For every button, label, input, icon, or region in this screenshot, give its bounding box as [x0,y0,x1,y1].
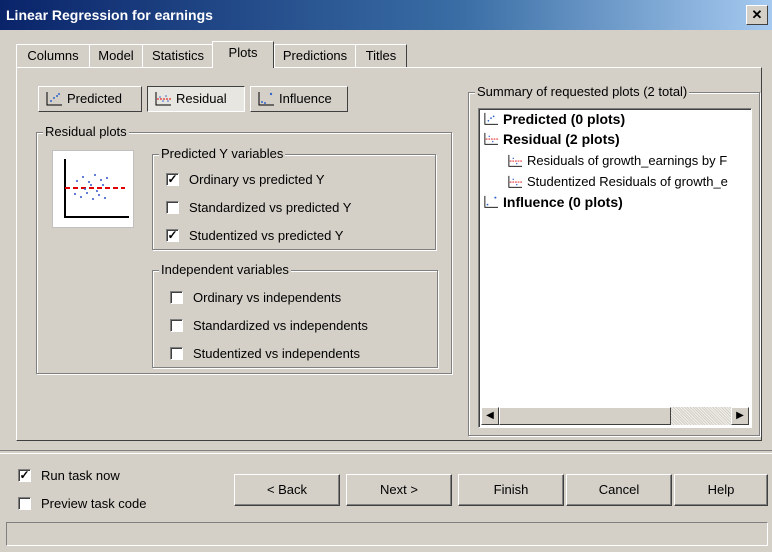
studentized-vs-predicted-label: Studentized vs predicted Y [189,228,344,243]
influence-button-label: Influence [279,91,332,106]
title-bar: Linear Regression for earnings ✕ [0,0,772,30]
scroll-thumb[interactable] [499,407,671,425]
residual-plot-icon [508,175,522,188]
preview-task-code-check-box[interactable] [18,497,31,510]
horizontal-scrollbar[interactable]: ◀ ▶ [481,407,749,425]
close-button[interactable]: ✕ [746,5,768,25]
run-task-now-label: Run task now [41,468,120,483]
tab-model[interactable]: Model [89,44,143,68]
tab-columns[interactable]: Columns [16,44,90,68]
studentized-vs-predicted-checkbox[interactable]: ✓ Studentized vs predicted Y [166,228,343,243]
ordinary-vs-predicted-checkbox[interactable]: ✓ Ordinary vs predicted Y [166,172,325,187]
ordinary-vs-predicted-check-box[interactable]: ✓ [166,173,179,186]
ordinary-vs-independents-checkbox[interactable]: Ordinary vs independents [170,290,341,305]
predicted-y-label: Predicted Y variables [159,146,286,162]
preview-task-code-label: Preview task code [41,496,147,511]
back-button[interactable]: < Back [234,474,340,506]
residual-plots-label: Residual plots [43,124,129,140]
tree-node-influence-label: Influence (0 plots) [503,194,623,210]
preview-task-code-checkbox[interactable]: Preview task code [18,496,147,511]
residual-plots-button[interactable]: Residual [147,86,245,112]
summary-label: Summary of requested plots (2 total) [475,84,690,100]
tree-node-residual-label: Residual (2 plots) [503,131,620,147]
status-bar [6,522,768,546]
independent-variables-label: Independent variables [159,262,291,278]
next-button[interactable]: Next > [346,474,452,506]
standardized-vs-independents-checkbox[interactable]: Standardized vs independents [170,318,368,333]
scroll-left-button[interactable]: ◀ [481,407,499,425]
residual-preview-graphic [64,159,129,218]
tree-node-studentized-residuals[interactable]: Studentized Residuals of growth_e [507,174,728,189]
footer-separator [0,450,772,454]
tree-node-predicted-label: Predicted (0 plots) [503,111,626,127]
tree-node-studentized-label: Studentized Residuals of growth_e [527,174,728,189]
window-title: Linear Regression for earnings [6,7,213,23]
scroll-right-button[interactable]: ▶ [731,407,749,425]
residual-plot-preview [52,150,134,228]
tree-node-predicted[interactable]: Predicted (0 plots) [483,111,625,127]
predicted-plots-button[interactable]: Predicted [38,86,142,112]
studentized-vs-independents-checkbox[interactable]: Studentized vs independents [170,346,360,361]
standardized-vs-predicted-checkbox[interactable]: Standardized vs predicted Y [166,200,351,215]
tree-node-residuals-label: Residuals of growth_earnings by F [527,153,728,168]
tab-titles[interactable]: Titles [355,44,407,68]
residual-plot-icon [508,154,522,167]
standardized-vs-predicted-label: Standardized vs predicted Y [189,200,352,215]
tree-node-residual[interactable]: Residual (2 plots) [483,131,620,147]
tree-node-residuals-of-growth-earnings[interactable]: Residuals of growth_earnings by F [507,153,727,168]
cancel-button[interactable]: Cancel [566,474,672,506]
studentized-vs-independents-check-box[interactable] [170,347,183,360]
ordinary-vs-independents-label: Ordinary vs independents [193,290,342,305]
residual-button-label: Residual [176,91,227,106]
studentized-vs-independents-label: Studentized vs independents [193,346,360,361]
tab-plots[interactable]: Plots [212,41,274,68]
predicted-button-label: Predicted [67,91,122,106]
standardized-vs-independents-label: Standardized vs independents [193,318,368,333]
run-task-now-check-box[interactable]: ✓ [18,469,31,482]
predicted-plot-icon [484,112,498,125]
help-button[interactable]: Help [674,474,768,506]
predicted-plot-icon [46,92,62,106]
tree-node-influence[interactable]: Influence (0 plots) [483,194,623,210]
influence-plots-button[interactable]: Influence [250,86,348,112]
influence-plot-icon [484,195,498,208]
ordinary-vs-independents-check-box[interactable] [170,291,183,304]
residual-plot-icon [484,132,498,145]
influence-plot-icon [258,92,274,106]
residual-plot-icon [155,92,171,106]
studentized-vs-predicted-check-box[interactable]: ✓ [166,229,179,242]
tab-predictions[interactable]: Predictions [274,44,356,68]
standardized-vs-predicted-check-box[interactable] [166,201,179,214]
ordinary-vs-predicted-label: Ordinary vs predicted Y [189,172,325,187]
standardized-vs-independents-check-box[interactable] [170,319,183,332]
finish-button[interactable]: Finish [458,474,564,506]
tab-statistics[interactable]: Statistics [142,44,214,68]
run-task-now-checkbox[interactable]: ✓ Run task now [18,468,120,483]
summary-tree[interactable]: Predicted (0 plots) Residual (2 plots) R… [478,108,752,428]
